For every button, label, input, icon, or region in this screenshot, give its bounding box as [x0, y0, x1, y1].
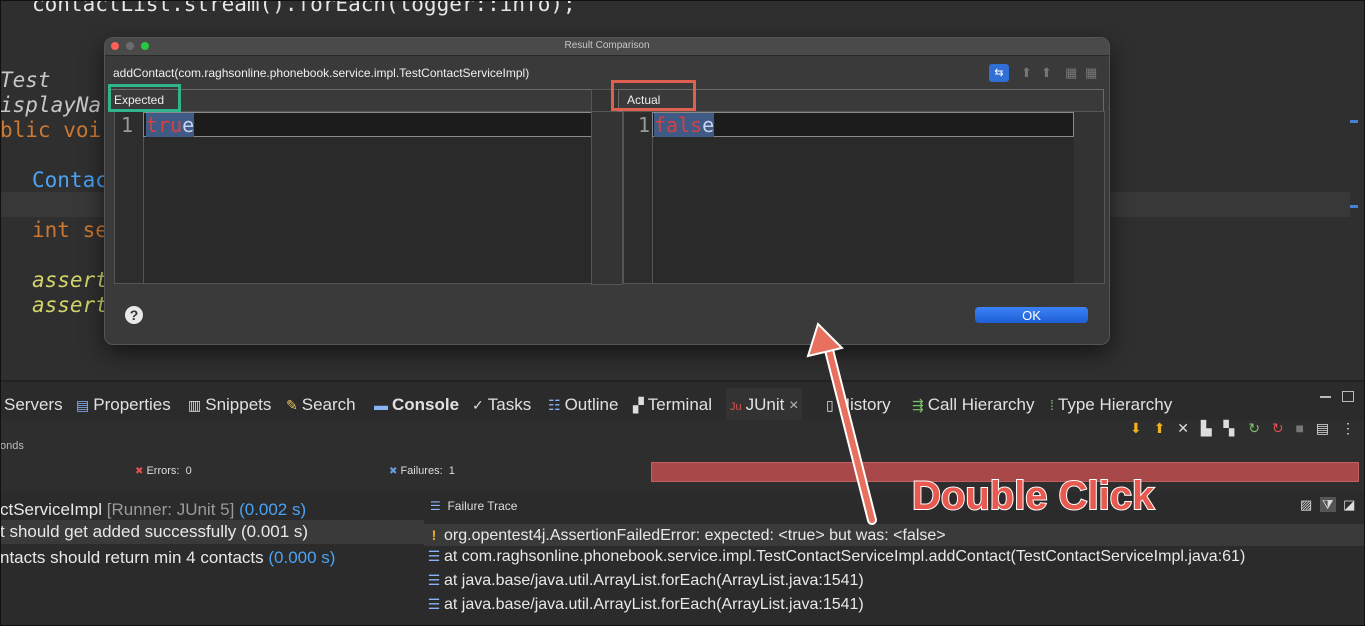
annotation-arrow [806, 322, 877, 525]
annotation-label: Double Click [911, 473, 1155, 519]
